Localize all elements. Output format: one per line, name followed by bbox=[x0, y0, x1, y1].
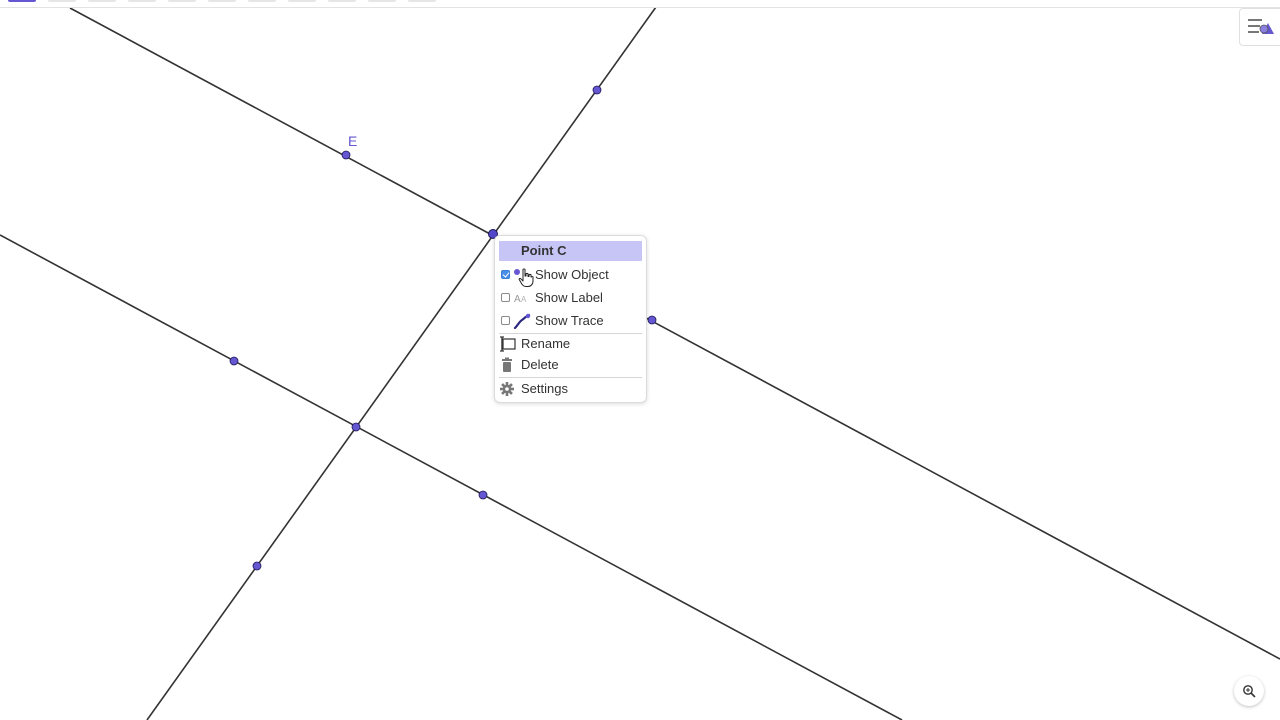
menu-item-settings[interactable]: Settings bbox=[499, 378, 642, 400]
zoom-magnifier-icon bbox=[1243, 685, 1256, 698]
tool-button[interactable] bbox=[128, 0, 156, 2]
point-label-e: E bbox=[348, 133, 357, 149]
style-bar-toggle-icon bbox=[1248, 19, 1274, 34]
menu-item-label: Settings bbox=[521, 381, 568, 396]
zoom-button[interactable] bbox=[1234, 676, 1264, 706]
menu-item-label: Show Object bbox=[535, 267, 609, 282]
menu-item-show-trace[interactable]: Show Trace bbox=[499, 310, 642, 332]
menu-item-show-label[interactable]: A A Show Label bbox=[499, 287, 642, 309]
svg-text:A: A bbox=[521, 295, 527, 304]
menu-item-label: Show Label bbox=[535, 290, 603, 305]
style-bar-toggle[interactable] bbox=[1239, 8, 1280, 46]
point-intersection-lower[interactable] bbox=[351, 422, 361, 432]
rename-icon bbox=[499, 336, 517, 352]
tool-button[interactable] bbox=[248, 0, 276, 2]
hand-cursor-icon bbox=[518, 268, 534, 287]
context-menu-title: Point C bbox=[499, 241, 642, 261]
point-on-lower-line-right[interactable] bbox=[478, 490, 488, 500]
tool-button-move[interactable] bbox=[8, 0, 36, 2]
tool-button[interactable] bbox=[408, 0, 436, 2]
point-on-transversal-top[interactable] bbox=[592, 85, 602, 95]
tool-button[interactable] bbox=[88, 0, 116, 2]
point-e[interactable] bbox=[341, 150, 351, 160]
point-on-transversal-bottom[interactable] bbox=[252, 561, 262, 571]
context-menu: Point C Show Object A A Show Label Show … bbox=[494, 235, 647, 403]
show-label-checkbox[interactable] bbox=[501, 293, 510, 302]
menu-item-label: Rename bbox=[521, 336, 571, 351]
label-aa-icon: A A bbox=[513, 290, 531, 306]
line-lower-parallel[interactable] bbox=[0, 234, 903, 720]
svg-text:A: A bbox=[514, 294, 521, 305]
menu-item-rename[interactable]: Rename bbox=[499, 333, 642, 355]
tool-button[interactable] bbox=[208, 0, 236, 2]
trace-icon bbox=[513, 313, 531, 330]
tool-button[interactable] bbox=[328, 0, 356, 2]
tool-button[interactable] bbox=[288, 0, 316, 2]
menu-item-label: Show Trace bbox=[535, 313, 604, 328]
tool-button[interactable] bbox=[168, 0, 196, 2]
trash-icon bbox=[499, 357, 517, 373]
tool-button[interactable] bbox=[368, 0, 396, 2]
show-object-checkbox[interactable] bbox=[501, 270, 510, 279]
menu-item-label: Delete bbox=[521, 357, 559, 372]
show-trace-checkbox[interactable] bbox=[501, 316, 510, 325]
gear-icon bbox=[499, 381, 517, 397]
menu-item-delete[interactable]: Delete bbox=[499, 354, 642, 376]
point-on-upper-line-right[interactable] bbox=[647, 315, 657, 325]
toolbar bbox=[0, 0, 1280, 8]
line-upper-parallel[interactable] bbox=[69, 7, 1280, 660]
tool-button[interactable] bbox=[48, 0, 76, 2]
point-on-lower-line-left[interactable] bbox=[229, 356, 239, 366]
